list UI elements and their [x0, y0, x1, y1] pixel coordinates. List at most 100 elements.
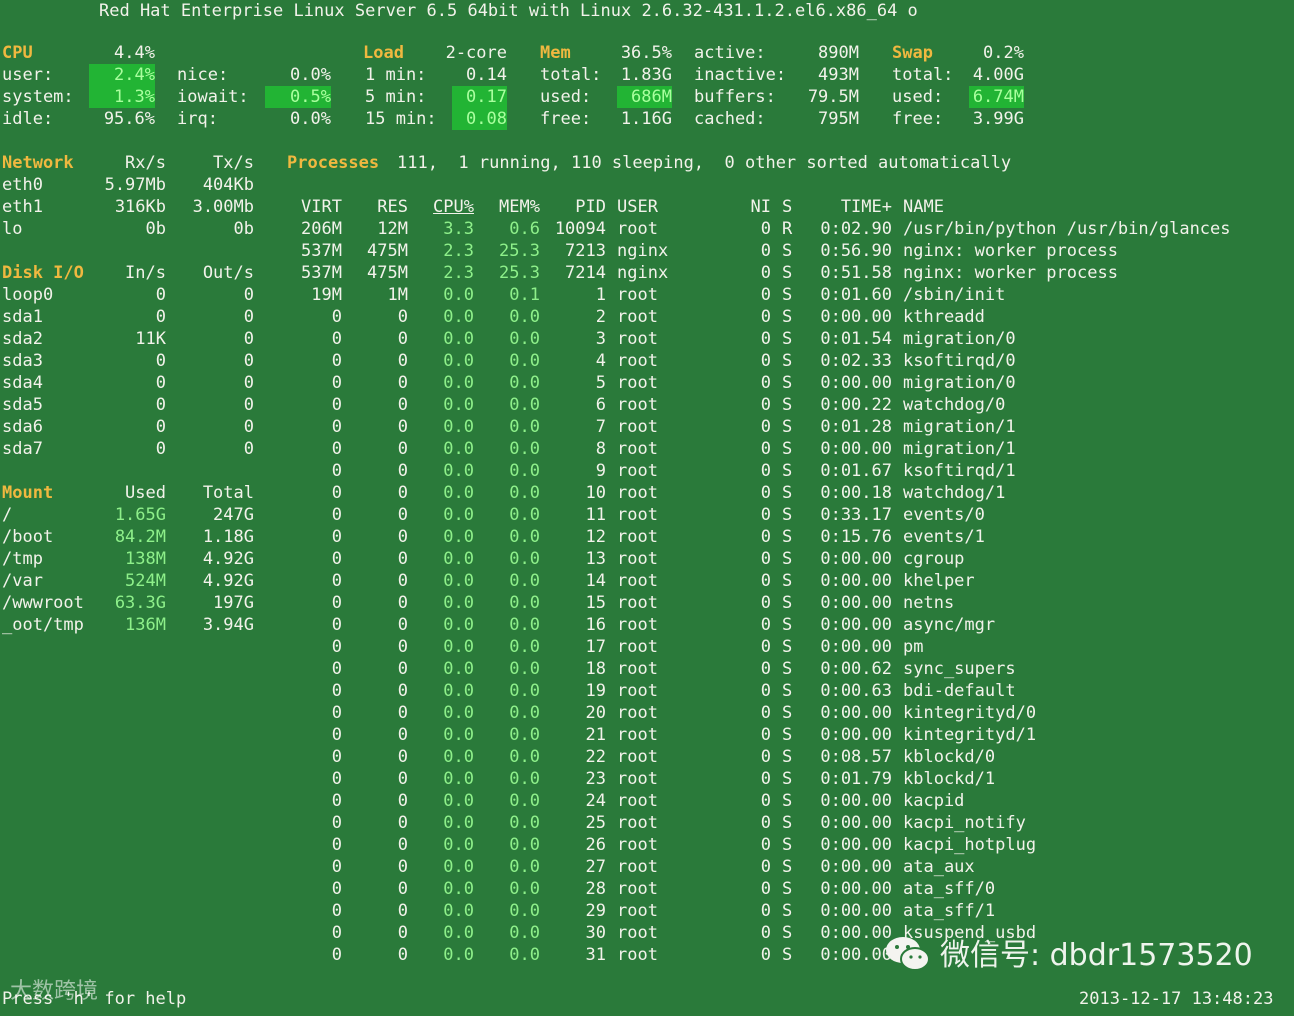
- network-tx-header: Tx/s: [213, 153, 254, 173]
- disk-in-value: 0: [155, 417, 166, 437]
- process-user: root: [617, 505, 658, 525]
- mem-total-value: 1.83G: [620, 65, 672, 85]
- process-pid: 15: [585, 593, 606, 613]
- process-virt: 0: [331, 857, 342, 877]
- process-name: ksoftirqd/0: [903, 351, 1016, 371]
- process-name: kthreadd: [903, 307, 985, 327]
- process-time: 0:08.57: [820, 747, 892, 767]
- mem-free-label: free:: [540, 109, 592, 129]
- mem-header: Mem: [540, 43, 571, 63]
- mount-used-value: 1.65G: [114, 505, 166, 525]
- process-user: root: [617, 439, 658, 459]
- process-res: 0: [397, 549, 408, 569]
- process-cpu: 0.0: [443, 923, 474, 943]
- process-pid: 7214: [565, 263, 606, 283]
- process-virt: 0: [331, 879, 342, 899]
- process-mem: 0.0: [509, 769, 540, 789]
- process-time: 0:00.00: [820, 571, 892, 591]
- process-cpu: 2.3: [443, 241, 474, 261]
- process-cpu: 0.0: [443, 417, 474, 437]
- col-ni[interactable]: NI: [749, 196, 771, 218]
- mount-used-value: 84.2M: [114, 527, 166, 547]
- process-virt: 0: [331, 813, 342, 833]
- process-mem: 25.3: [499, 241, 540, 261]
- system-title: Red Hat Enterprise Linux Server 6.5 64bi…: [99, 1, 918, 21]
- load-15min-label: 15 min:: [365, 109, 437, 129]
- disk-header: Disk I/O: [2, 263, 84, 283]
- process-cpu: 0.0: [443, 285, 474, 305]
- mount-path: /tmp: [2, 549, 43, 569]
- process-cpu: 0.0: [443, 461, 474, 481]
- cpu-nice-label: nice:: [177, 65, 229, 85]
- col-name[interactable]: NAME: [903, 196, 944, 218]
- disk-device-name: sda7: [2, 439, 43, 459]
- process-virt: 0: [331, 725, 342, 745]
- process-nice: 0: [760, 791, 771, 811]
- process-status: S: [782, 263, 793, 283]
- process-virt: 0: [331, 549, 342, 569]
- process-mem: 0.0: [509, 923, 540, 943]
- disk-out-value: 0: [243, 351, 254, 371]
- process-pid: 22: [585, 747, 606, 767]
- process-cpu: 0.0: [443, 857, 474, 877]
- process-cpu: 0.0: [443, 945, 474, 965]
- process-virt: 0: [331, 681, 342, 701]
- process-res: 0: [397, 725, 408, 745]
- load-1min-label: 1 min:: [365, 65, 427, 85]
- col-virt[interactable]: VIRT: [287, 196, 342, 218]
- process-time: 0:00.00: [820, 439, 892, 459]
- disk-out-value: 0: [243, 417, 254, 437]
- process-user: root: [617, 615, 658, 635]
- col-pid[interactable]: PID: [551, 196, 606, 218]
- process-cpu: 0.0: [443, 593, 474, 613]
- process-pid: 11: [585, 505, 606, 525]
- disk-in-header: In/s: [125, 263, 166, 283]
- process-nice: 0: [760, 351, 771, 371]
- col-res[interactable]: RES: [364, 196, 408, 218]
- process-time: 0:00.00: [820, 835, 892, 855]
- col-mem[interactable]: MEM%: [496, 196, 540, 218]
- process-pid: 29: [585, 901, 606, 921]
- col-status[interactable]: S: [782, 196, 792, 218]
- col-user[interactable]: USER: [617, 196, 658, 218]
- mount-header: Mount: [2, 483, 54, 503]
- process-nice: 0: [760, 461, 771, 481]
- process-virt: 0: [331, 373, 342, 393]
- disk-in-value: 0: [155, 307, 166, 327]
- process-pid: 2: [595, 307, 606, 327]
- process-cpu: 0.0: [443, 483, 474, 503]
- process-nice: 0: [760, 483, 771, 503]
- process-time: 0:00.00: [820, 923, 892, 943]
- process-nice: 0: [760, 241, 771, 261]
- col-cpu[interactable]: CPU%: [430, 196, 474, 218]
- col-time[interactable]: TIME+: [815, 196, 892, 218]
- mount-total-value: 3.94G: [202, 615, 254, 635]
- process-cpu: 0.0: [443, 527, 474, 547]
- process-mem: 0.0: [509, 747, 540, 767]
- process-user: root: [617, 219, 658, 239]
- network-interface-name: eth0: [2, 175, 43, 195]
- cpu-idle-label: idle:: [2, 109, 54, 129]
- process-cpu: 0.0: [443, 813, 474, 833]
- process-user: root: [617, 373, 658, 393]
- mount-total-value: 197G: [213, 593, 254, 613]
- mount-used-value: 63.3G: [114, 593, 166, 613]
- mount-total-header: Total: [202, 483, 254, 503]
- process-res: 0: [397, 593, 408, 613]
- process-time: 0:02.33: [820, 351, 892, 371]
- process-time: 0:15.76: [820, 527, 892, 547]
- process-cpu: 0.0: [443, 373, 474, 393]
- mount-total-value: 247G: [213, 505, 254, 525]
- process-virt: 0: [331, 637, 342, 657]
- disk-device-name: sda4: [2, 373, 43, 393]
- process-cpu: 0.0: [443, 307, 474, 327]
- process-time: 0:01.67: [820, 461, 892, 481]
- process-status: S: [782, 901, 793, 921]
- cpu-idle-value: 95.6%: [103, 109, 155, 129]
- process-cpu: 2.3: [443, 263, 474, 283]
- process-status: S: [782, 703, 793, 723]
- process-res: 0: [397, 901, 408, 921]
- cpu-total: 4.4%: [114, 43, 155, 63]
- process-mem: 0.0: [509, 483, 540, 503]
- process-res: 0: [397, 681, 408, 701]
